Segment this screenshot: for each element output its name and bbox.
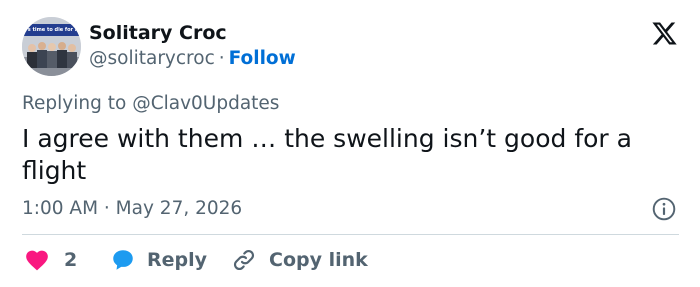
reply-label: Reply — [147, 249, 208, 271]
avatar[interactable]: It's time to die for Israel — [22, 17, 81, 76]
heart-icon — [26, 250, 48, 271]
author-name[interactable]: Solitary Croc — [89, 20, 227, 46]
tweet-card: It's time to die for Israel Solitary Cro… — [0, 0, 700, 287]
replying-to: Replying to @Clav0Updates — [22, 91, 279, 117]
tweet-timestamp[interactable]: 1:00 AM · May 27, 2026 — [22, 196, 242, 222]
link-icon — [233, 249, 255, 271]
x-logo-icon[interactable] — [651, 20, 678, 47]
follow-button[interactable]: Follow — [229, 48, 296, 69]
author-handle-row: @solitarycroc · Follow — [89, 46, 296, 72]
divider — [22, 234, 679, 235]
copy-link-button[interactable]: Copy link — [231, 246, 368, 274]
separator-dot: · — [218, 48, 225, 69]
tweet-text: I agree with them … the swelling isn’t g… — [22, 124, 632, 185]
replying-to-handle[interactable]: @Clav0Updates — [132, 93, 279, 114]
info-icon[interactable] — [651, 196, 677, 222]
like-count: 2 — [64, 249, 78, 271]
like-button[interactable]: 2 — [24, 246, 77, 274]
copy-link-label: Copy link — [269, 249, 368, 271]
avatar-banner-text: It's time to die for Israel — [22, 24, 81, 36]
speech-bubble-icon — [113, 250, 133, 270]
author-handle[interactable]: @solitarycroc — [89, 48, 215, 69]
reply-button[interactable]: Reply — [110, 246, 207, 274]
replying-to-prefix: Replying to — [22, 93, 133, 114]
